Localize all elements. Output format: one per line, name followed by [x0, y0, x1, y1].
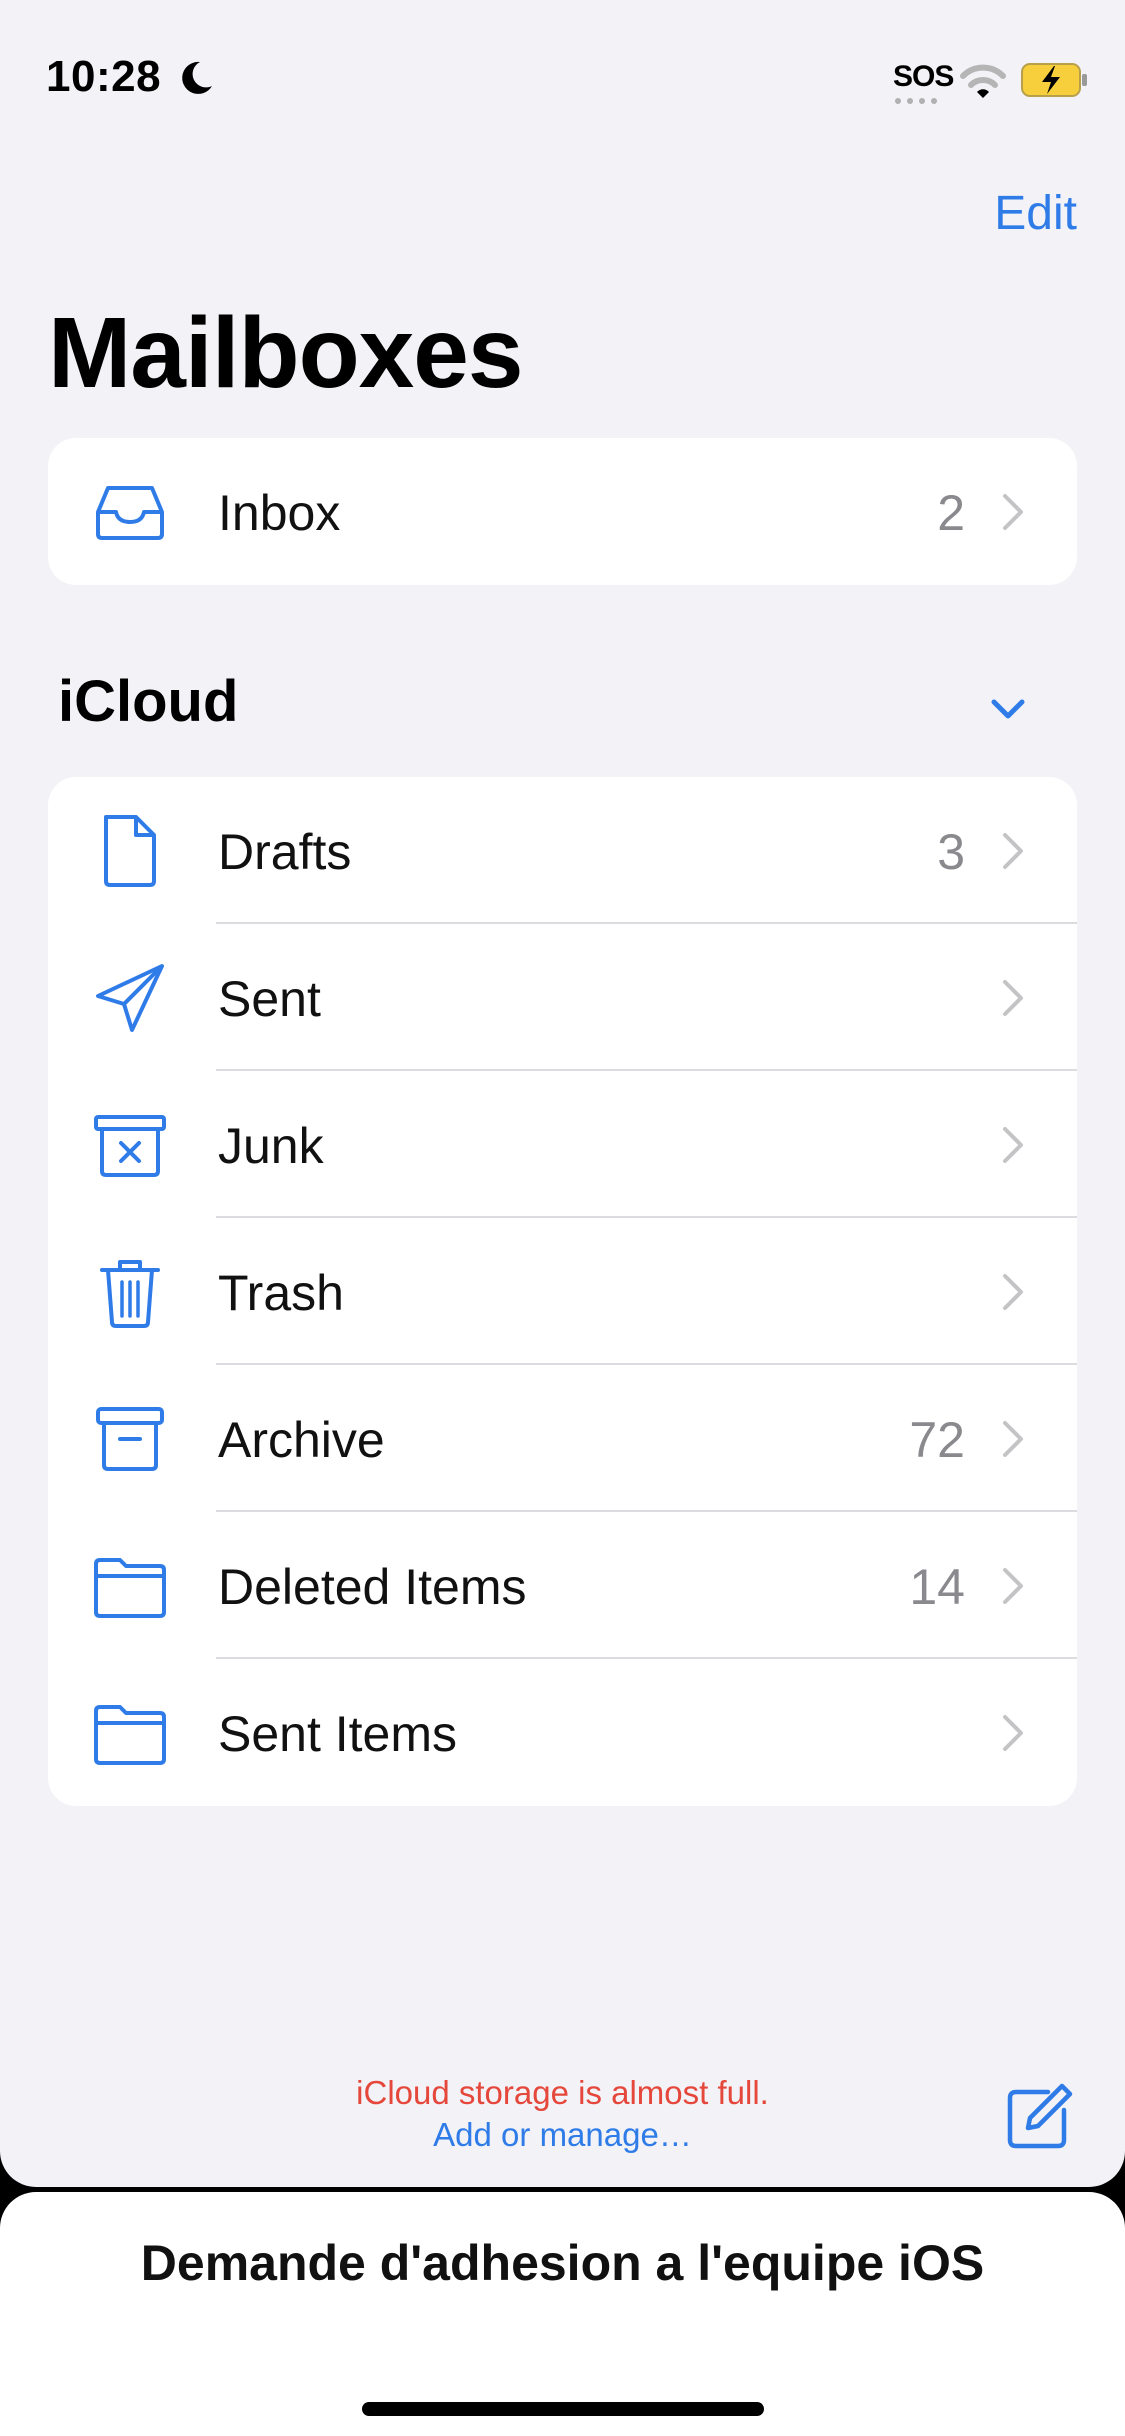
section-title-icloud[interactable]: iCloud: [58, 668, 238, 735]
chevron-right-icon: [1003, 1568, 1023, 1604]
status-time: 10:28: [46, 52, 162, 101]
chevron-right-icon: [1003, 833, 1023, 869]
icloud-mailboxes-card: Drafts 3 Sent Junk Trash Archive 72 Dele…: [48, 777, 1077, 1806]
inbox-card: Inbox 2: [48, 438, 1077, 585]
chevron-right-icon: [1003, 494, 1023, 530]
sos-indicator: SOS: [893, 60, 954, 93]
mailbox-label: Inbox: [218, 485, 341, 541]
mailbox-row-archive[interactable]: Archive 72: [48, 1365, 1077, 1512]
paperplane-icon: [96, 964, 164, 1032]
mailbox-label: Trash: [218, 1265, 344, 1321]
chevron-right-icon: [1003, 1421, 1023, 1457]
chevron-right-icon: [1003, 980, 1023, 1016]
unread-count: 72: [909, 1412, 965, 1468]
mailbox-row-junk[interactable]: Junk: [48, 1071, 1077, 1218]
signal-dots-icon: [895, 98, 937, 104]
chevron-down-icon[interactable]: [988, 690, 1028, 730]
doc-icon: [104, 815, 156, 887]
storage-warning: iCloud storage is almost full.: [356, 2074, 769, 2111]
chevron-right-icon: [1003, 1274, 1023, 1310]
wifi-icon: [960, 64, 1006, 98]
mailboxes-screen: 10:28 SOS Edit Mailboxes Inbox 2 iCloud …: [0, 0, 1125, 2187]
mailbox-label: Drafts: [218, 824, 352, 880]
mailbox-row-inbox[interactable]: Inbox 2: [48, 438, 1077, 585]
home-indicator[interactable]: [362, 2402, 764, 2416]
mailbox-label: Junk: [218, 1118, 324, 1174]
unread-count: 14: [909, 1559, 965, 1615]
mailbox-label: Deleted Items: [218, 1559, 527, 1615]
mailbox-label: Sent: [218, 971, 321, 1027]
inbox-tray-icon: [96, 486, 164, 540]
battery-charging-icon: [1021, 63, 1087, 97]
moon-icon: [182, 61, 212, 94]
bottom-sheet[interactable]: Demande d'adhesion a l'equipe iOS: [0, 2192, 1125, 2436]
mailbox-row-drafts[interactable]: Drafts 3: [48, 777, 1077, 924]
sheet-title: Demande d'adhesion a l'equipe iOS: [140, 2235, 985, 2291]
junk-icon: [94, 1115, 166, 1177]
compose-icon[interactable]: [1004, 2082, 1074, 2152]
mailbox-label: Archive: [218, 1412, 385, 1468]
storage-manage-link[interactable]: Add or manage…: [0, 2116, 1125, 2154]
edit-button[interactable]: Edit: [994, 186, 1077, 241]
unread-count: 2: [937, 485, 965, 541]
archive-icon: [96, 1407, 164, 1471]
trash-icon: [100, 1260, 160, 1328]
unread-count: 3: [937, 824, 965, 880]
chevron-right-icon: [1003, 1127, 1023, 1163]
chevron-right-icon: [1003, 1715, 1023, 1751]
mailbox-row-deleted-items[interactable]: Deleted Items 14: [48, 1512, 1077, 1659]
mailbox-row-trash[interactable]: Trash: [48, 1218, 1077, 1365]
mailbox-label: Sent Items: [218, 1706, 457, 1762]
folder-icon: [94, 1705, 166, 1765]
page-title: Mailboxes: [48, 297, 523, 409]
folder-icon: [94, 1558, 166, 1618]
mailbox-row-sent-items[interactable]: Sent Items: [48, 1659, 1077, 1806]
mailbox-row-sent[interactable]: Sent: [48, 924, 1077, 1071]
